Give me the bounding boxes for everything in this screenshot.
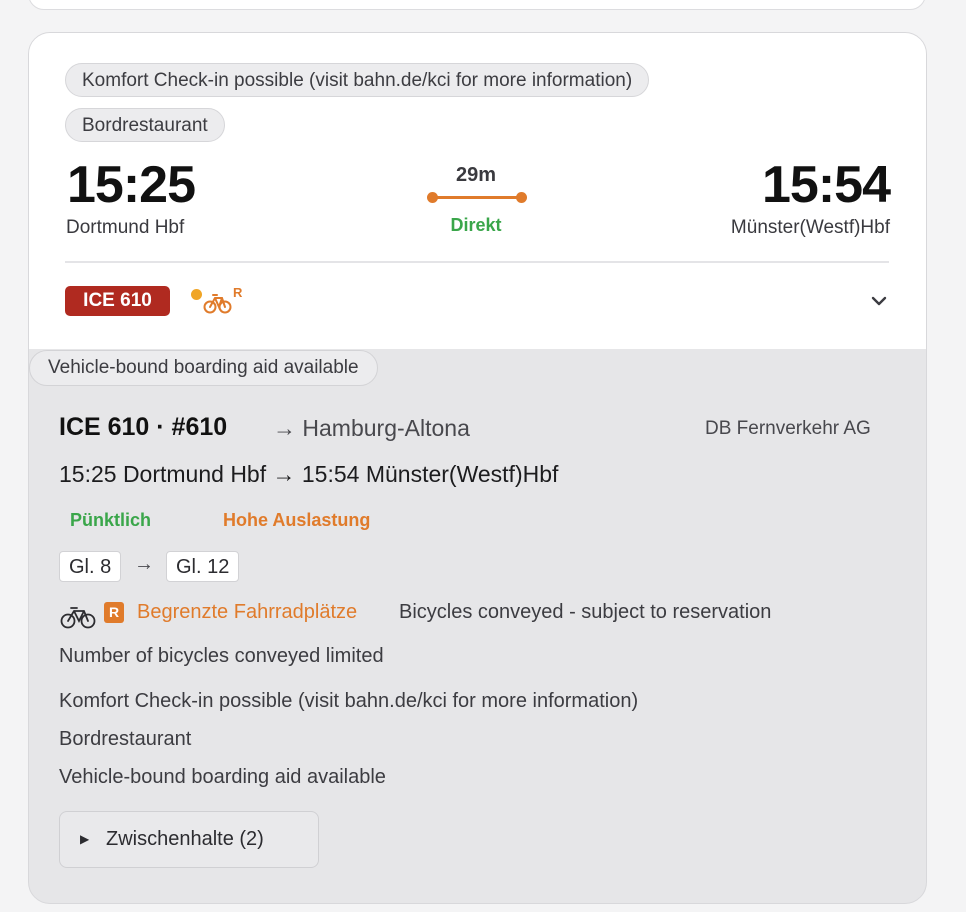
disclosure-triangle-icon: ▶: [80, 832, 90, 846]
route-start-dot: [427, 192, 438, 203]
arrival-station: Münster(Westf)Hbf: [730, 217, 890, 238]
arrival-time: 15:54: [762, 156, 891, 214]
remark-line: Number of bicycles conveyed limited: [59, 645, 384, 667]
previous-journey-card: [28, 0, 926, 10]
route-line: [429, 196, 522, 199]
bicycle-icon: [203, 294, 232, 314]
remark-line: Komfort Check-in possible (visit bahn.de…: [59, 690, 639, 712]
intermediate-stops-toggle[interactable]: ▶ Zwischenhalte (2): [59, 811, 319, 868]
bike-reservation-badge: R: [104, 602, 124, 623]
departure-time: 15:25: [67, 156, 196, 214]
bike-description: Bicycles conveyed - subject to reservati…: [399, 601, 772, 623]
train-badge: ICE 610: [65, 286, 170, 316]
train-destination: → Hamburg-Altona: [273, 415, 470, 441]
divider: [65, 261, 889, 263]
remark-line: Bordrestaurant: [59, 728, 192, 750]
boarding-aid-chip: Vehicle-bound boarding aid available: [29, 350, 378, 386]
platform-arrow: →: [134, 553, 154, 575]
route-end-dot: [516, 192, 527, 203]
bike-limited-label: Begrenzte Fahrradplätze: [137, 601, 358, 623]
status-load: Hohe Auslastung: [223, 510, 371, 530]
status-on-time: Pünktlich: [70, 510, 152, 530]
bike-reservation-indicator: R: [233, 285, 243, 300]
bicycle-icon: [60, 607, 96, 629]
departure-station: Dortmund Hbf: [66, 217, 185, 238]
journey-duration: 29m: [455, 164, 497, 186]
journey-summary[interactable]: Komfort Check-in possible (visit bahn.de…: [29, 33, 926, 349]
platform-arrival: Gl. 12: [166, 551, 240, 582]
leg-summary: 15:25 Dortmund Hbf → 15:54 Münster(Westf…: [59, 461, 559, 487]
train-operator: DB Fernverkehr AG: [705, 418, 871, 439]
load-indicator-dot: [191, 289, 202, 300]
note-chip-komfort-checkin: Komfort Check-in possible (visit bahn.de…: [65, 63, 650, 97]
intermediate-stops-label: Zwischenhalte (2): [106, 828, 264, 850]
train-name: ICE 610 · #610: [59, 413, 228, 441]
note-chip-bordrestaurant: Bordrestaurant: [65, 108, 225, 142]
chevron-down-icon[interactable]: [871, 295, 887, 307]
remark-line: Vehicle-bound boarding aid available: [59, 766, 386, 788]
connection-type: Direkt: [450, 215, 502, 235]
journey-card: Komfort Check-in possible (visit bahn.de…: [28, 32, 927, 904]
platform-departure: Gl. 8: [59, 551, 122, 582]
